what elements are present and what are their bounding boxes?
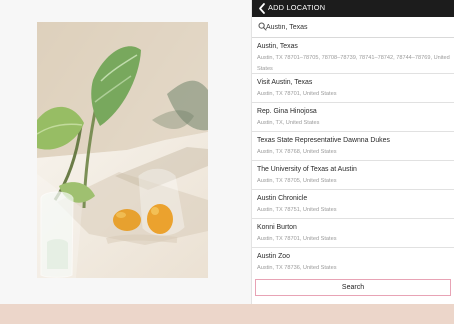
location-result-item[interactable]: Visit Austin, Texas Austin, TX 78701, Un… <box>252 74 454 103</box>
location-result-address: Austin, TX 78705, United States <box>257 178 337 184</box>
search-bar <box>252 17 454 38</box>
location-result-title: Visit Austin, Texas <box>257 79 313 86</box>
panel-title: ADD LOCATION <box>268 3 326 12</box>
location-result-title: Texas State Representative Dawnna Dukes <box>257 137 390 144</box>
location-result-title: Konni Burton <box>257 224 297 231</box>
location-result-item[interactable]: Texas State Representative Dawnna Dukes … <box>252 132 454 161</box>
location-result-item[interactable]: The University of Texas at Austin Austin… <box>252 161 454 190</box>
photo-artwork <box>37 22 208 278</box>
location-result-item[interactable]: Austin Chronicle Austin, TX 78751, Unite… <box>252 190 454 219</box>
location-result-title: Austin Zoo <box>257 253 290 260</box>
location-results-list[interactable]: Austin, Texas Austin, TX 78701–78705, 78… <box>252 38 454 276</box>
location-result-item[interactable]: Austin Zoo Austin, TX 78736, United Stat… <box>252 248 454 276</box>
location-result-title: Austin Chronicle <box>257 195 308 202</box>
location-result-address: Austin, TX 78701, United States <box>257 236 337 242</box>
location-result-address: Austin, TX 78701–78705, 78708–78739, 787… <box>257 55 450 72</box>
location-result-address: Austin, TX 78736, United States <box>257 265 337 271</box>
location-result-title: Rep. Gina Hinojosa <box>257 108 317 115</box>
bottom-strip <box>0 304 454 324</box>
location-result-item[interactable]: Konni Burton Austin, TX 78701, United St… <box>252 219 454 248</box>
location-result-title: Austin, Texas <box>257 43 298 50</box>
location-result-address: Austin, TX, United States <box>257 120 320 126</box>
location-search-input[interactable] <box>266 20 446 34</box>
location-result-address: Austin, TX 78751, United States <box>257 207 337 213</box>
add-location-panel: ADD LOCATION Austin, Texas Austin, TX 78… <box>251 0 454 304</box>
location-result-item[interactable]: Austin, Texas Austin, TX 78701–78705, 78… <box>252 38 454 74</box>
location-result-address: Austin, TX 78768, United States <box>257 149 337 155</box>
location-result-title: The University of Texas at Austin <box>257 166 357 173</box>
location-result-item[interactable]: Rep. Gina Hinojosa Austin, TX, United St… <box>252 103 454 132</box>
location-result-address: Austin, TX 78701, United States <box>257 91 337 97</box>
photo-preview-area <box>0 0 251 304</box>
search-button[interactable]: Search <box>255 279 451 296</box>
chevron-left-icon[interactable] <box>256 2 268 15</box>
panel-header: ADD LOCATION <box>252 0 454 17</box>
post-photo <box>37 22 208 278</box>
